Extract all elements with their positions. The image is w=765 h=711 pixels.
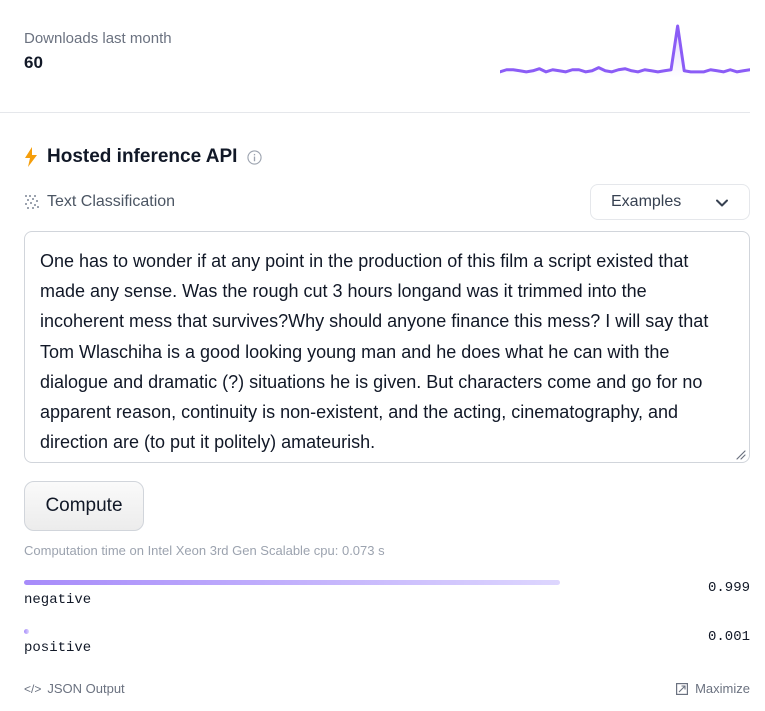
json-output-label: JSON Output bbox=[47, 681, 125, 696]
maximize-label: Maximize bbox=[695, 681, 750, 696]
api-header: Hosted inference API bbox=[24, 145, 263, 169]
task-label: Text Classification bbox=[47, 193, 176, 210]
result-label-negative: negative bbox=[24, 592, 92, 608]
compute-button[interactable]: Compute bbox=[24, 481, 144, 531]
lightning-icon bbox=[25, 147, 37, 167]
result-bar-negative bbox=[24, 580, 561, 585]
json-output-link[interactable]: </> JSON Output bbox=[24, 681, 125, 696]
downloads-label: Downloads last month bbox=[24, 30, 172, 47]
maximize-icon bbox=[676, 682, 689, 695]
computation-time: Computation time on Intel Xeon 3rd Gen S… bbox=[24, 543, 385, 558]
result-score-negative: 0.999 bbox=[707, 580, 750, 596]
code-icon: </> bbox=[24, 681, 42, 696]
downloads-section: Downloads last month 60 bbox=[24, 22, 750, 112]
section-divider bbox=[0, 112, 750, 113]
maximize-button[interactable]: Maximize bbox=[676, 681, 750, 696]
task-type: Text Classification bbox=[24, 191, 175, 213]
text-classification-icon bbox=[25, 195, 39, 209]
downloads-sparkline bbox=[500, 24, 750, 78]
input-textarea[interactable]: One has to wonder if at any point in the… bbox=[24, 231, 750, 463]
result-label-positive: positive bbox=[24, 640, 92, 656]
result-bar-positive bbox=[24, 629, 29, 634]
chevron-down-icon bbox=[716, 199, 728, 207]
result-score-positive: 0.001 bbox=[707, 629, 750, 645]
api-title: Hosted inference API bbox=[47, 146, 238, 167]
examples-label: Examples bbox=[611, 193, 682, 210]
examples-dropdown[interactable]: Examples bbox=[590, 184, 750, 220]
info-icon[interactable] bbox=[247, 149, 263, 165]
resize-handle-icon[interactable] bbox=[735, 449, 746, 460]
sparkline-line bbox=[500, 24, 750, 74]
downloads-count: 60 bbox=[24, 53, 43, 72]
